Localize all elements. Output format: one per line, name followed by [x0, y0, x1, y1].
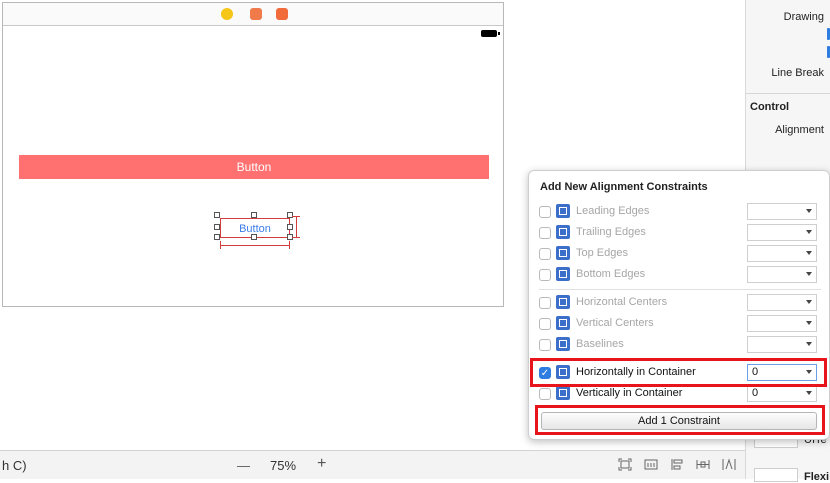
- vertically-in-container-icon: [556, 386, 570, 400]
- constraint-label: Baselines: [576, 338, 624, 350]
- resize-handle[interactable]: [287, 224, 293, 230]
- constraint-label: Vertically in Container: [576, 387, 683, 399]
- constraint-row-bottom-edges: Bottom Edges: [539, 266, 819, 284]
- resize-handle[interactable]: [251, 212, 257, 218]
- chevron-down-icon[interactable]: [806, 391, 812, 395]
- baselines-value-field[interactable]: [747, 336, 817, 353]
- leading-edges-checkbox[interactable]: [539, 206, 551, 218]
- storyboard-scene[interactable]: Button Button: [2, 2, 504, 307]
- baselines-icon: [556, 337, 570, 351]
- resize-handle[interactable]: [251, 234, 257, 240]
- vertical-centers-value-field[interactable]: [747, 315, 817, 332]
- constraint-label: Bottom Edges: [576, 268, 646, 280]
- trailing-edges-checkbox[interactable]: [539, 227, 551, 239]
- constraint-label: Trailing Edges: [576, 226, 646, 238]
- canvas-bottom-bar: h C) — 75% +: [0, 450, 745, 479]
- trailing-edges-value-field[interactable]: [747, 224, 817, 241]
- divider: [539, 289, 821, 290]
- zoom-level: 75%: [270, 458, 297, 473]
- width-constraint-line: [220, 245, 290, 246]
- flexible-label: Flexi: [804, 471, 830, 483]
- constraint-tick: [292, 216, 300, 217]
- update-frames-icon[interactable]: [618, 458, 632, 471]
- resize-handle[interactable]: [214, 224, 220, 230]
- constraint-tick: [220, 241, 221, 249]
- vertically-in-container-checkbox[interactable]: [539, 388, 551, 400]
- drawing-label: Drawing: [783, 11, 824, 23]
- constraint-label: Vertical Centers: [576, 317, 654, 329]
- bottom-edges-icon: [556, 267, 570, 281]
- align-icon[interactable]: [670, 458, 684, 471]
- constraint-row-horizontal-centers: Horizontal Centers: [539, 294, 819, 312]
- leading-edges-value-field[interactable]: [747, 203, 817, 220]
- scene-dock: [3, 3, 503, 26]
- divider: [746, 93, 830, 94]
- height-constraint-line: [296, 216, 297, 238]
- zoom-in-button[interactable]: +: [317, 455, 326, 473]
- pin-icon[interactable]: [696, 458, 710, 471]
- horizontal-centers-checkbox[interactable]: [539, 297, 551, 309]
- chevron-down-icon[interactable]: [806, 300, 812, 304]
- constraint-row-baselines: Baselines: [539, 336, 819, 354]
- line-break-label: Line Break: [771, 67, 824, 79]
- constraint-row-vertical-centers: Vertical Centers: [539, 315, 819, 333]
- constraint-tick: [292, 237, 300, 238]
- constraint-label: Top Edges: [576, 247, 628, 259]
- alignment-label: Alignment: [775, 124, 824, 136]
- chevron-down-icon[interactable]: [806, 321, 812, 325]
- horizontal-centers-value-field[interactable]: [747, 294, 817, 311]
- horizontal-centers-icon: [556, 295, 570, 309]
- inspector-thumbnail[interactable]: [754, 468, 798, 482]
- constraint-label: Leading Edges: [576, 205, 650, 217]
- embed-in-stack-icon[interactable]: [644, 458, 658, 471]
- zoom-out-button[interactable]: —: [237, 458, 250, 473]
- chevron-down-icon[interactable]: [806, 209, 812, 213]
- constraint-row-leading-edges: Leading Edges: [539, 203, 819, 221]
- constraint-row-vertically-in-container: Vertically in Container 0: [539, 385, 819, 403]
- resize-handle[interactable]: [214, 234, 220, 240]
- vertical-centers-checkbox[interactable]: [539, 318, 551, 330]
- constraint-label: Horizontal Centers: [576, 296, 668, 308]
- bottom-edges-checkbox[interactable]: [539, 269, 551, 281]
- top-edges-value-field[interactable]: [747, 245, 817, 262]
- alignment-constraints-popover: Add New Alignment Constraints Leading Ed…: [528, 170, 830, 440]
- constraint-row-trailing-edges: Trailing Edges: [539, 224, 819, 242]
- chevron-down-icon[interactable]: [806, 230, 812, 234]
- chevron-down-icon[interactable]: [806, 342, 812, 346]
- device-config-label[interactable]: h C): [2, 458, 27, 473]
- top-edges-icon: [556, 246, 570, 260]
- resolve-issues-icon[interactable]: [722, 458, 736, 471]
- chevron-down-icon[interactable]: [806, 272, 812, 276]
- highlight-box: [530, 358, 827, 387]
- exit-icon[interactable]: [276, 8, 288, 20]
- leading-edges-icon: [556, 204, 570, 218]
- big-button[interactable]: Button: [19, 155, 489, 179]
- view-controller-icon[interactable]: [221, 8, 233, 20]
- resize-handle[interactable]: [214, 212, 220, 218]
- bottom-edges-value-field[interactable]: [747, 266, 817, 283]
- control-section-header: Control: [750, 101, 790, 113]
- chevron-down-icon[interactable]: [806, 251, 812, 255]
- popover-title: Add New Alignment Constraints: [540, 181, 708, 193]
- resize-handle[interactable]: [287, 212, 293, 218]
- baselines-checkbox[interactable]: [539, 339, 551, 351]
- constraint-tick: [289, 241, 290, 249]
- highlight-box: [535, 405, 825, 435]
- trailing-edges-icon: [556, 225, 570, 239]
- first-responder-icon[interactable]: [250, 8, 262, 20]
- constraint-row-top-edges: Top Edges: [539, 245, 819, 263]
- top-edges-checkbox[interactable]: [539, 248, 551, 260]
- vertical-centers-icon: [556, 316, 570, 330]
- battery-icon: [481, 30, 500, 37]
- vertically-in-container-value-field[interactable]: 0: [747, 385, 817, 402]
